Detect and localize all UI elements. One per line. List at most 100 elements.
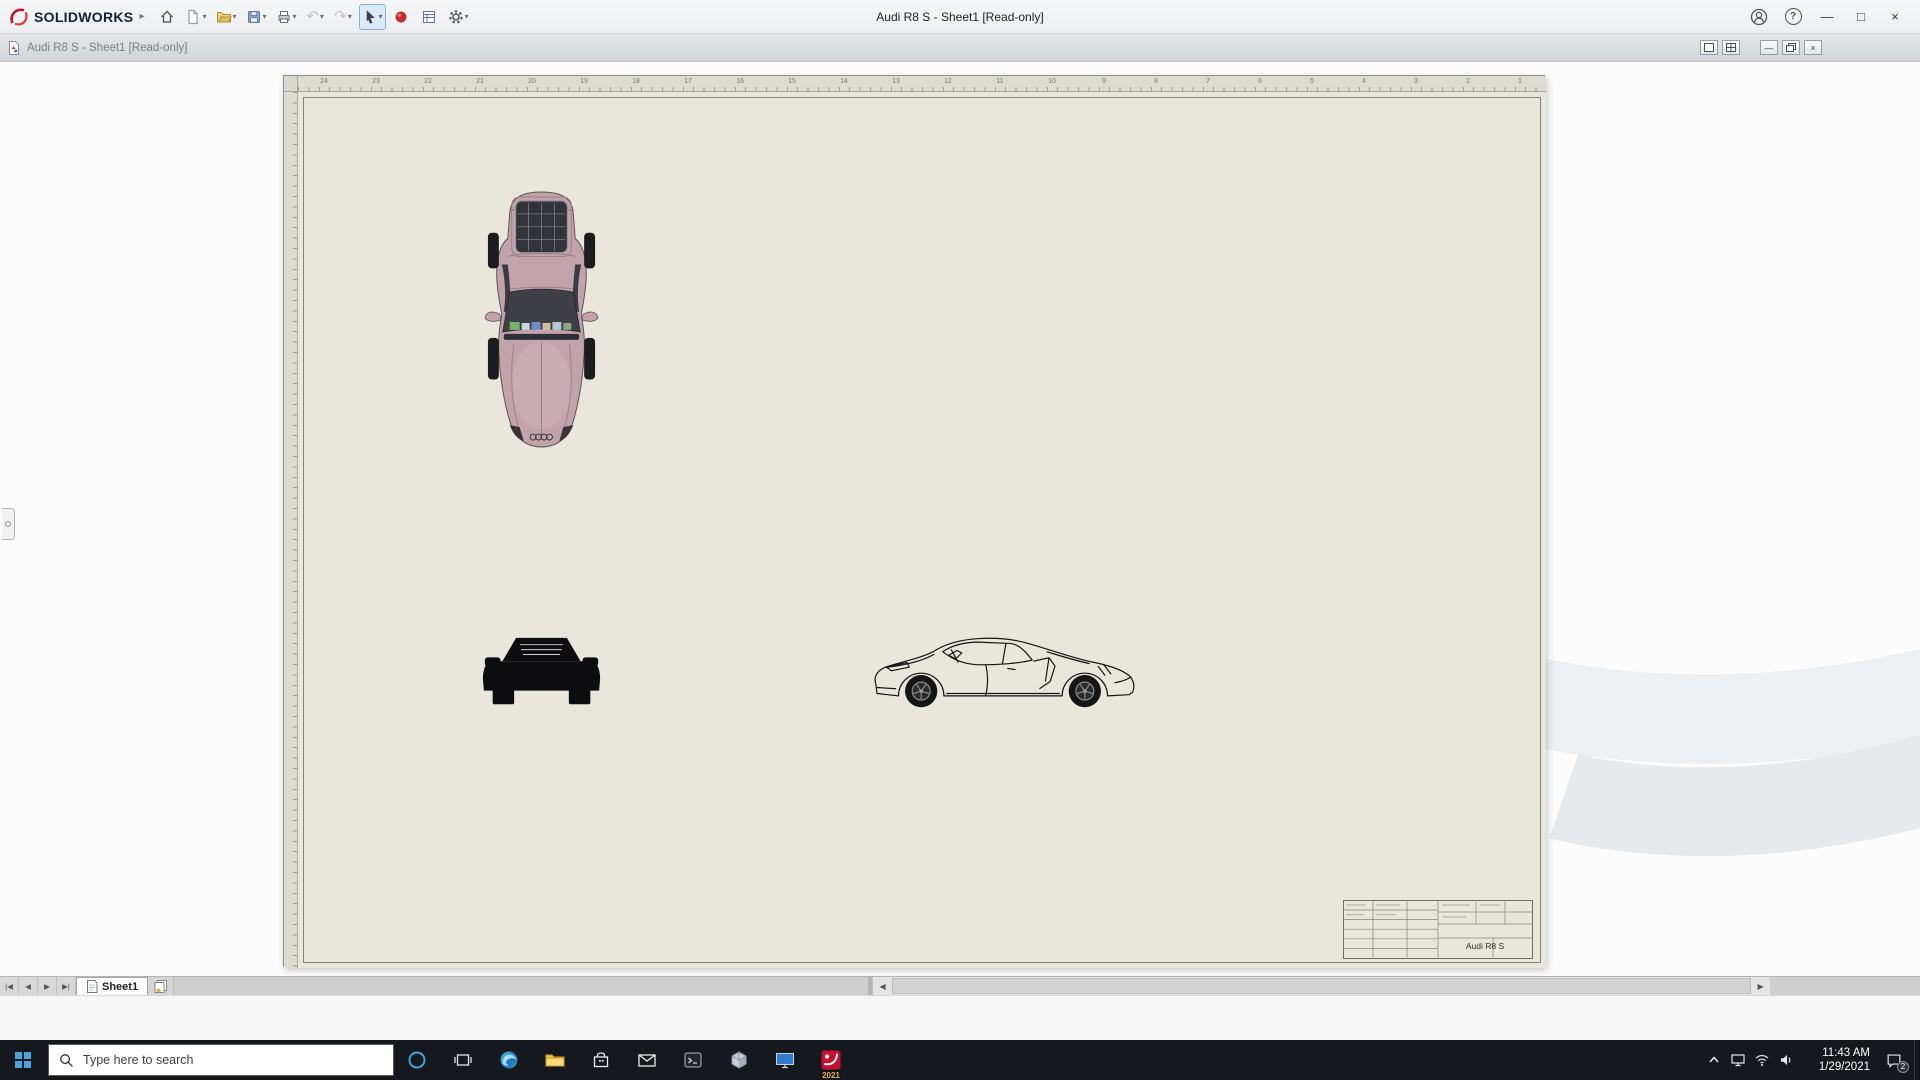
next-sheet-button[interactable]: ▶: [38, 977, 57, 995]
single-viewport-button[interactable]: [1700, 40, 1718, 55]
cube-app-button[interactable]: [716, 1040, 762, 1080]
four-viewport-icon: [1726, 43, 1736, 52]
previous-sheet-button[interactable]: ◀: [19, 977, 38, 995]
volume-button[interactable]: [1774, 1040, 1798, 1080]
status-strip: [0, 995, 1920, 1040]
solidworks-app-icon: [821, 1050, 841, 1070]
select-dropdown-caret[interactable]: ▾: [379, 12, 383, 21]
car-side-view-graphic: [874, 637, 1135, 708]
file-explorer-icon: [545, 1054, 565, 1067]
account-button[interactable]: [1742, 2, 1776, 32]
display-tray-icon: [1731, 1054, 1745, 1067]
select-tool-button[interactable]: ▾: [358, 3, 386, 30]
chevron-up-icon: [1709, 1056, 1719, 1063]
sheet-tab-icon: [87, 980, 98, 993]
terminal-app-icon: [684, 1052, 702, 1068]
undo-button[interactable]: ↶ ▾: [303, 4, 328, 30]
new-document-icon: [188, 9, 199, 24]
tab-bar-filler: [174, 977, 868, 995]
sheet-tab-sheet1[interactable]: Sheet1: [76, 977, 149, 995]
document-minimize-button[interactable]: —: [1760, 40, 1778, 55]
save-dropdown-caret[interactable]: ▾: [263, 12, 267, 21]
document-restore-button[interactable]: [1782, 40, 1800, 55]
notification-count-badge: 2: [1897, 1061, 1909, 1073]
featuremanager-collapsed-tab[interactable]: [2, 508, 15, 540]
terminal-app-button[interactable]: [670, 1040, 716, 1080]
logo-expand-caret[interactable]: ▸: [139, 11, 144, 22]
top-ruler-numbers: 24 23 22 21 20 19 18 17 16 15 14 13 12 11 10 9 8 7 6 5 4 3 2 1: [320, 78, 1522, 85]
print-icon: [278, 10, 290, 23]
action-center-button[interactable]: 2: [1874, 1040, 1914, 1080]
clock-date: 1/29/2021: [1818, 1061, 1870, 1073]
brand-text: SOLIDWORKS: [34, 8, 134, 25]
last-sheet-button[interactable]: ▶|: [57, 977, 76, 995]
restore-icon: [1786, 43, 1796, 52]
print-dropdown-caret[interactable]: ▾: [293, 12, 297, 21]
drawing-view-side[interactable]: [865, 629, 1147, 715]
open-folder-icon: [216, 11, 232, 22]
car-front-view-graphic: [482, 637, 601, 705]
home-icon: [161, 10, 173, 23]
show-desktop-button[interactable]: [1914, 1040, 1920, 1080]
tray-expand-button[interactable]: [1702, 1040, 1726, 1080]
horizontal-scrollbar[interactable]: ◀ ▶: [872, 977, 1771, 995]
title-block[interactable]: Audi R8 S: [1343, 900, 1533, 959]
scrollbar-track[interactable]: [892, 977, 1752, 995]
edge-button[interactable]: [486, 1040, 532, 1080]
task-view-button[interactable]: [440, 1040, 486, 1080]
options-button[interactable]: ▾: [445, 4, 472, 30]
solidworks-app-button[interactable]: 2021: [808, 1040, 854, 1080]
scroll-left-arrow[interactable]: ◀: [873, 977, 892, 995]
edge-icon: [500, 1051, 518, 1069]
search-icon: [60, 1053, 73, 1067]
help-button[interactable]: ?: [1776, 2, 1810, 32]
solidworks-logo[interactable]: SOLIDWORKS: [8, 6, 133, 28]
solidworks-year-badge: 2021: [822, 1071, 840, 1080]
options-dropdown-caret[interactable]: ▾: [465, 12, 469, 21]
open-dropdown-caret[interactable]: ▾: [233, 12, 237, 21]
document-close-button[interactable]: ×: [1804, 40, 1822, 55]
left-ruler: [284, 92, 298, 968]
display-app-button[interactable]: [762, 1040, 808, 1080]
task-view-icon: [454, 1054, 472, 1066]
file-explorer-button[interactable]: [532, 1040, 578, 1080]
maximize-button[interactable]: □: [1844, 2, 1878, 32]
start-button[interactable]: [0, 1040, 46, 1080]
drawing-view-top[interactable]: [480, 186, 603, 456]
first-sheet-button[interactable]: |◀: [0, 977, 19, 995]
save-button[interactable]: ▾: [243, 4, 270, 30]
drawing-view-front[interactable]: [480, 632, 603, 716]
undo-icon: ↶: [306, 8, 319, 25]
new-dropdown-caret[interactable]: ▾: [202, 12, 206, 21]
scrollbar-thumb[interactable]: [892, 978, 1752, 994]
sheet-paper[interactable]: Audi R8 S: [298, 92, 1546, 968]
title-block-part-name: Audi R8 S: [1465, 941, 1505, 951]
taskbar-search[interactable]: [48, 1044, 394, 1076]
gear-icon: [448, 9, 463, 24]
four-viewport-button[interactable]: [1722, 40, 1740, 55]
close-button[interactable]: ×: [1878, 2, 1912, 32]
add-sheet-icon: [154, 979, 167, 993]
open-button[interactable]: ▾: [213, 4, 240, 30]
add-sheet-button[interactable]: [148, 977, 175, 995]
red-sphere-button[interactable]: [389, 4, 414, 30]
redo-button[interactable]: ↷ ▾: [331, 4, 356, 30]
minimize-button[interactable]: —: [1810, 2, 1844, 32]
tray-display-button[interactable]: [1726, 1040, 1750, 1080]
document-table-button[interactable]: [417, 4, 442, 30]
app-titlebar: SOLIDWORKS ▸ ▾ ▾ ▾ ▾ ↶ ▾ ↷ ▾ ▾ ▾ Audi R8…: [0, 0, 1920, 34]
mail-button[interactable]: [624, 1040, 670, 1080]
windows-taskbar: 2021 11:43 AM 1/29/2021 2: [0, 1040, 1920, 1080]
redo-dropdown-caret[interactable]: ▾: [348, 12, 352, 21]
network-button[interactable]: [1750, 1040, 1774, 1080]
new-document-button[interactable]: ▾: [182, 4, 209, 30]
taskbar-clock[interactable]: 11:43 AM 1/29/2021: [1798, 1040, 1874, 1080]
undo-dropdown-caret[interactable]: ▾: [320, 12, 324, 21]
graphics-viewport[interactable]: 24 23 22 21 20 19 18 17 16 15 14 13 12 11 10 9 8 7 6 5 4 3 2 1: [0, 62, 1920, 976]
scroll-right-arrow[interactable]: ▶: [1751, 977, 1770, 995]
search-input[interactable]: [83, 1053, 353, 1067]
store-button[interactable]: [578, 1040, 624, 1080]
home-button[interactable]: [154, 4, 179, 30]
cortana-button[interactable]: [394, 1040, 440, 1080]
print-button[interactable]: ▾: [273, 4, 300, 30]
